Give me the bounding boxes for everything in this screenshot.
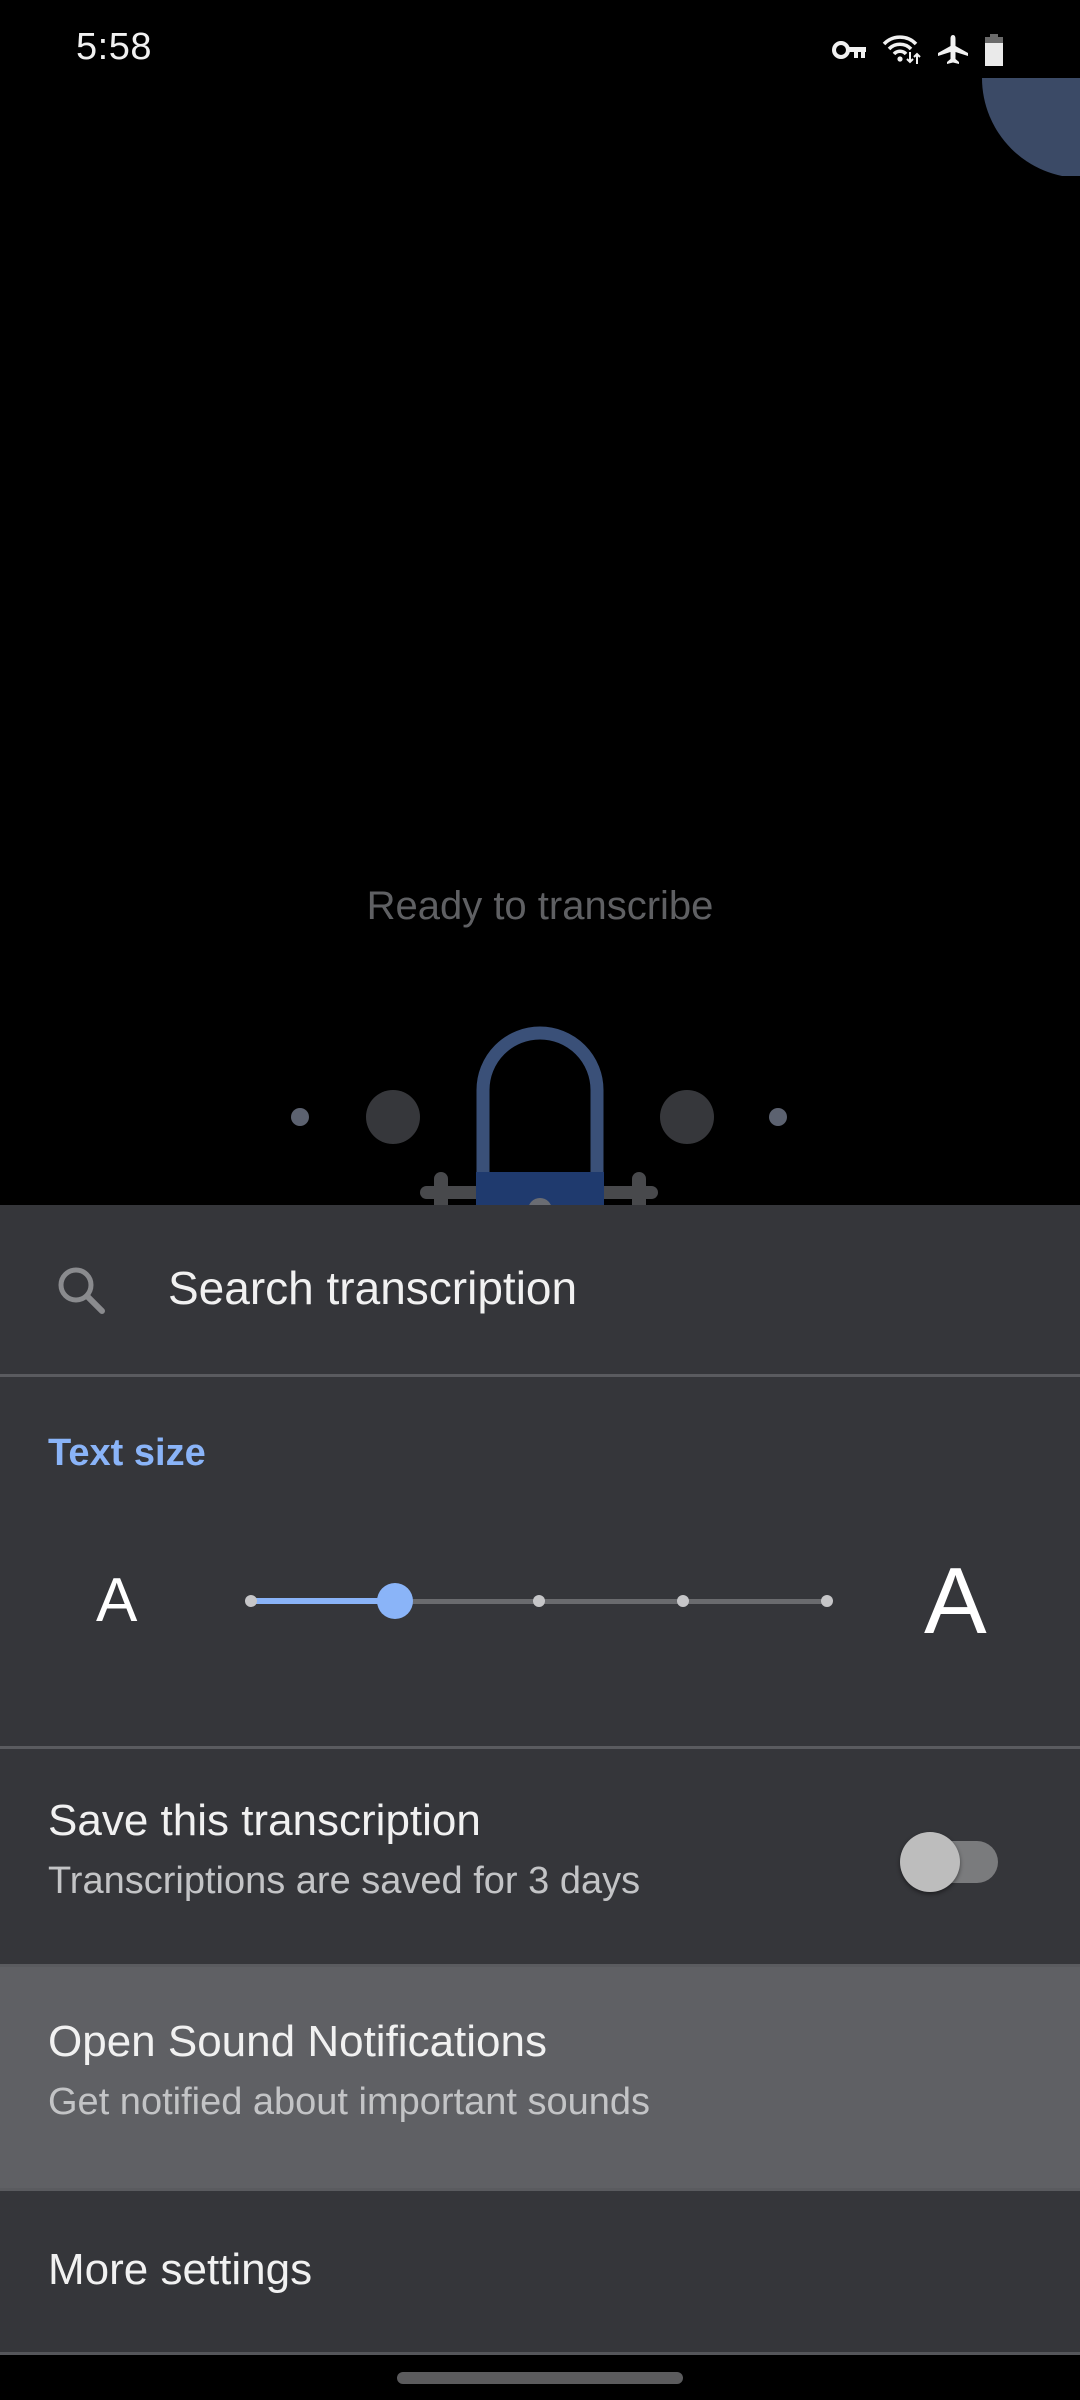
slider-fill [251, 1598, 395, 1604]
transcription-status: Ready to transcribe [366, 884, 714, 928]
text-size-large-indicator: A [924, 1548, 987, 1653]
slider-step-5[interactable] [821, 1595, 833, 1607]
divider [0, 1374, 1080, 1377]
slider-step-3[interactable] [533, 1595, 545, 1607]
options-sheet: Search transcription Text size A A Save … [0, 1205, 1080, 2354]
sheet-bottom-border [0, 2352, 1080, 2355]
status-time: 5:58 [76, 26, 152, 68]
search-placeholder: Search transcription [168, 1262, 578, 1314]
sound-notifications-subtitle: Get notified about important sounds [48, 2081, 651, 2123]
text-size-heading: Text size [48, 1432, 206, 1474]
more-settings-row[interactable]: More settings [0, 2191, 1080, 2353]
save-transcription-subtitle: Transcriptions are saved for 3 days [48, 1860, 641, 1902]
home-indicator[interactable] [397, 2372, 683, 2384]
wifi-data-icon [882, 34, 922, 66]
battery-icon [984, 34, 1004, 66]
status-icons [832, 30, 1004, 70]
sound-dot-large-left [366, 1090, 420, 1144]
divider [0, 1746, 1080, 1749]
airplane-mode-icon [936, 34, 970, 66]
sound-dot-large-right [660, 1090, 714, 1144]
status-bar: 5:58 [0, 0, 1080, 100]
search-transcription-field[interactable]: Search transcription [0, 1205, 1080, 1374]
sound-notifications-title: Open Sound Notifications [48, 2017, 547, 2066]
vpn-key-icon [832, 38, 868, 62]
search-icon [54, 1263, 110, 1319]
sound-dot-small-left [291, 1108, 309, 1126]
slider-thumb[interactable] [377, 1583, 413, 1619]
save-transcription-title: Save this transcription [48, 1796, 481, 1845]
microphone-illustration [0, 1000, 1080, 1205]
text-size-slider[interactable] [232, 1571, 848, 1631]
sound-dot-small-right [769, 1108, 787, 1126]
corner-decoration [982, 78, 1080, 176]
open-sound-notifications-row[interactable]: Open Sound Notifications Get notified ab… [0, 1967, 1080, 2188]
toggle-thumb [900, 1832, 960, 1892]
text-size-small-indicator: A [96, 1566, 138, 1635]
more-settings-title: More settings [48, 2245, 313, 2294]
save-transcription-toggle[interactable] [898, 1830, 1002, 1894]
slider-step-1[interactable] [245, 1595, 257, 1607]
save-transcription-row[interactable]: Save this transcription Transcriptions a… [0, 1750, 1080, 1946]
slider-step-4[interactable] [677, 1595, 689, 1607]
